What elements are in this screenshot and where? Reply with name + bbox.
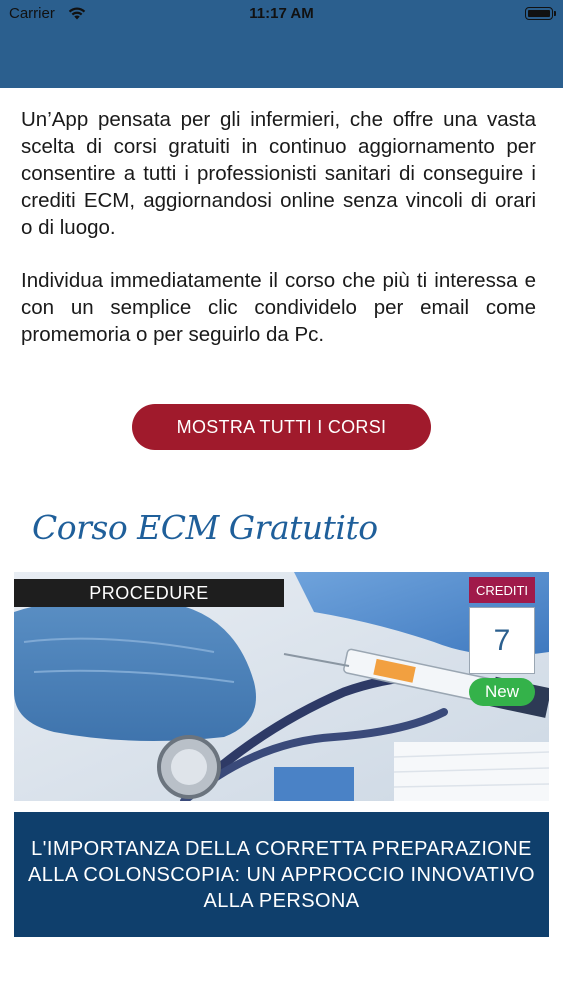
intro-text: Un’App pensata per gli infermieri, che o… bbox=[21, 106, 536, 374]
section-title: Corso ECM Gratutito bbox=[32, 508, 378, 547]
battery-icon bbox=[525, 7, 556, 20]
course-title[interactable]: L'IMPORTANZA DELLA CORRETTA PREPARAZIONE… bbox=[14, 812, 549, 937]
new-badge: New bbox=[469, 678, 535, 706]
intro-paragraph-2: Individua immediatamente il corso che pi… bbox=[21, 269, 536, 346]
course-category: PROCEDURE bbox=[14, 579, 284, 607]
show-all-courses-button[interactable]: MOSTRA TUTTI I CORSI bbox=[132, 404, 431, 450]
navigation-bar: Carrier 11:17 AM bbox=[0, 0, 563, 88]
intro-paragraph-1: Un’App pensata per gli infermieri, che o… bbox=[21, 108, 536, 239]
medical-equipment-image: PROCEDURE CREDITI 7 New bbox=[14, 572, 549, 801]
status-bar: Carrier 11:17 AM bbox=[0, 5, 563, 25]
clock: 11:17 AM bbox=[249, 5, 314, 22]
course-card[interactable]: PROCEDURE CREDITI 7 New L'IMPORTANZA DEL… bbox=[14, 572, 549, 937]
credits-value: 7 bbox=[469, 607, 535, 674]
credits-label: CREDITI bbox=[469, 577, 535, 603]
